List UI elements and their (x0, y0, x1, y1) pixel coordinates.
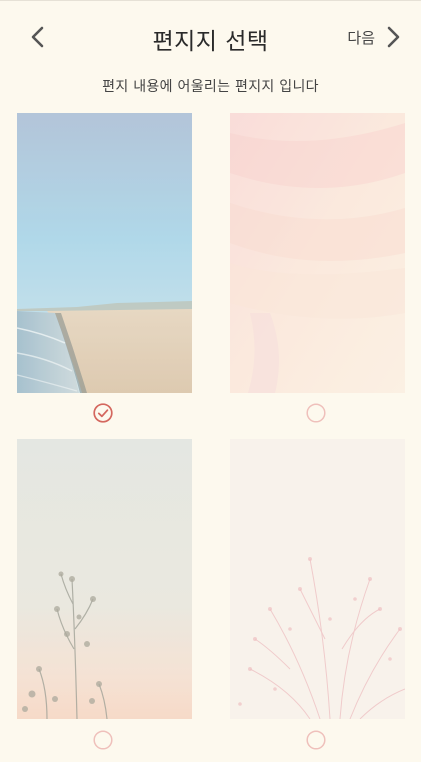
stationery-radio-wildflower-sunset[interactable] (93, 730, 113, 750)
stationery-radio-pink-watercolor[interactable] (306, 403, 326, 423)
stationery-card-pink-watercolor[interactable] (230, 113, 405, 393)
wildflower-sunset-image (17, 439, 192, 719)
radio-empty-icon (306, 730, 326, 750)
stationery-card-pink-grass[interactable] (230, 439, 405, 719)
radio-empty-icon (306, 403, 326, 423)
pink-watercolor-image (230, 113, 405, 393)
pink-grass-image (230, 439, 405, 719)
check-circle-icon (93, 403, 113, 423)
radio-empty-icon (93, 730, 113, 750)
stationery-card-beach[interactable] (17, 113, 192, 393)
stationery-radio-pink-grass[interactable] (306, 730, 326, 750)
stationery-grid (0, 0, 421, 762)
stationery-card-wildflower-sunset[interactable] (17, 439, 192, 719)
beach-image (17, 113, 192, 393)
stationery-radio-beach[interactable] (93, 403, 113, 423)
